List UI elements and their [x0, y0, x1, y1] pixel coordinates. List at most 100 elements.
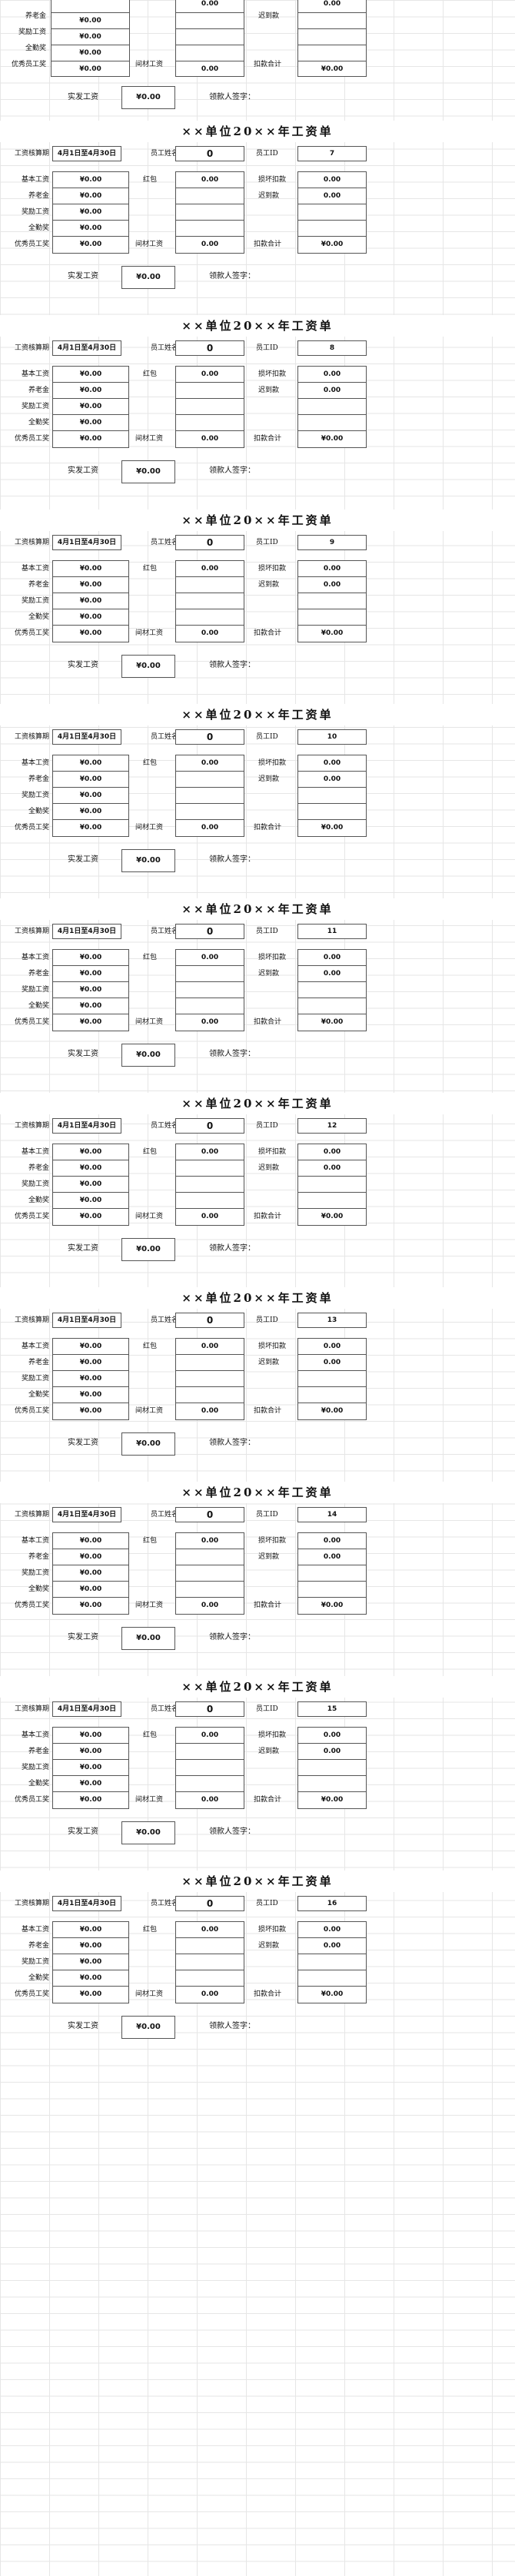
- commission-label: 红包: [143, 1148, 158, 1156]
- material-value: 0.00: [201, 629, 219, 637]
- material-label: 间材工资: [135, 1990, 164, 1998]
- net-pay-label: 实发工资: [68, 661, 98, 669]
- excellent-value: ¥0.00: [79, 435, 102, 443]
- damage-deduction-label: 损坏扣款: [258, 370, 287, 378]
- pay-period-label: 工资核算期: [14, 344, 49, 352]
- pay-period-value: 4月1日至4月30日: [52, 1896, 121, 1911]
- cell-excellent: ¥0.00: [79, 65, 101, 73]
- pension-label: 养老金: [28, 1942, 49, 1950]
- fines-value: 0.00: [298, 1549, 366, 1565]
- deduction-values: 0.00 0.00 ¥0.00: [297, 1532, 367, 1615]
- cell: [298, 29, 366, 45]
- deduction-values: 0.00 0.00 ¥0.00: [297, 366, 367, 448]
- base-pay-label: 基本工资: [21, 759, 49, 767]
- cell: [298, 998, 366, 1014]
- extras-values: 0.00 0.00: [175, 1144, 244, 1226]
- employee-id-value: 9: [297, 535, 367, 550]
- cell: [176, 788, 244, 804]
- bonus-label: 奖励工资: [21, 1764, 49, 1771]
- fines-label: 迟到款: [258, 387, 280, 394]
- damage-deduction-value: 0.00: [298, 1728, 366, 1744]
- cell: [176, 1160, 244, 1177]
- net-pay-label: 实发工资: [68, 1439, 98, 1447]
- cell: [176, 383, 244, 399]
- cell: [176, 45, 244, 61]
- excellent-label: 优秀员工奖: [14, 1407, 49, 1415]
- total-deductions-label: 扣款合计: [254, 1602, 282, 1609]
- employee-name-label: 员工姓名: [151, 733, 179, 741]
- base-pay-label: 基本工资: [21, 565, 49, 573]
- cell: [176, 1938, 244, 1954]
- pension-value: ¥0.00: [53, 772, 128, 788]
- cell: [298, 1776, 366, 1792]
- cell: [298, 1565, 366, 1582]
- pension-value: ¥0.00: [53, 577, 128, 593]
- attendance-value: ¥0.00: [53, 1970, 128, 1987]
- employee-name-label: 员工姓名: [151, 539, 179, 546]
- cell: [298, 609, 366, 626]
- cell: [176, 1371, 244, 1387]
- signature-label: 领款人签字：: [209, 1827, 255, 1836]
- net-pay-value: ¥0.00: [121, 1044, 175, 1067]
- employee-id-label: 员工ID: [256, 539, 278, 546]
- excellent-value: ¥0.00: [79, 1796, 102, 1804]
- net-pay-label: 实发工资: [68, 93, 98, 101]
- base-pay-value: ¥0.00: [53, 1144, 128, 1160]
- damage-deduction-value: 0.00: [298, 755, 366, 772]
- employee-id-label: 员工ID: [256, 928, 278, 935]
- bonus-value: ¥0.00: [53, 399, 128, 415]
- employee-name-label: 员工姓名: [151, 1316, 179, 1324]
- base-pay-label: 基本工资: [21, 370, 49, 378]
- attendance-label: 全勤奖: [28, 224, 49, 232]
- deduction-values: 0.00 0.00 ¥0.00: [297, 1144, 367, 1226]
- commission-label: 红包: [143, 1537, 158, 1545]
- damage-deduction-label: 损坏扣款: [258, 759, 287, 767]
- deduction-values: 0.00 0.00 ¥0.00: [297, 1921, 367, 2003]
- cell: [176, 13, 244, 29]
- attendance-label: 全勤奖: [28, 1585, 49, 1593]
- total-deductions-label: 扣款合计: [254, 1796, 282, 1804]
- cell: [298, 593, 366, 609]
- excellent-label: 优秀员工奖: [11, 61, 46, 68]
- employee-name-value: 0: [175, 1896, 244, 1911]
- signature-label: 领款人签字：: [209, 2022, 255, 2030]
- base-pay-value: ¥0.00: [53, 755, 128, 772]
- base-pay-value: ¥0.00: [53, 367, 128, 383]
- material-label: 间材工资: [135, 1407, 164, 1415]
- pay-period-value: 4月1日至4月30日: [52, 1313, 121, 1328]
- attendance-value: ¥0.00: [53, 1387, 128, 1403]
- employee-name-label: 员工姓名: [151, 1511, 179, 1519]
- material-label: 间材工资: [135, 435, 164, 443]
- cell: [298, 982, 366, 998]
- fines-value: 0.00: [298, 383, 366, 399]
- commission-label: 红包: [143, 1343, 158, 1350]
- pay-period-label: 工资核算期: [14, 733, 49, 741]
- fines-label: 迟到款: [258, 192, 280, 200]
- payslip: ××单位20××年工资单 工资核算期 4月1日至4月30日 员工姓名 0 员工I…: [0, 315, 515, 510]
- material-value: 0.00: [201, 1213, 219, 1220]
- employee-name-label: 员工姓名: [151, 344, 179, 352]
- net-pay-value: ¥0.00: [121, 1627, 175, 1650]
- net-pay-label: 实发工资: [68, 1633, 98, 1642]
- commission-value: 0.00: [176, 755, 244, 772]
- damage-deduction-label: 损坏扣款: [258, 1148, 287, 1156]
- pay-period-label: 工资核算期: [14, 928, 49, 935]
- cell: [298, 1387, 366, 1403]
- total-deductions-value: ¥0.00: [321, 1407, 344, 1415]
- pay-period-label: 工资核算期: [14, 150, 49, 158]
- total-deductions-label: 扣款合计: [254, 61, 282, 68]
- earnings-values: ¥0.00 ¥0.00 ¥0.00 ¥0.00 ¥0.00: [52, 1338, 129, 1420]
- fines-value: 0.00: [298, 188, 366, 204]
- cell: [176, 1177, 244, 1193]
- total-deductions-label: 扣款合计: [254, 1407, 282, 1415]
- employee-id-label: 员工ID: [256, 1316, 278, 1324]
- employee-id-label: 员工ID: [256, 1900, 278, 1907]
- extras-values: 0.00 0.00: [175, 949, 244, 1031]
- cell: [176, 399, 244, 415]
- cell: [176, 415, 244, 431]
- material-value: 0.00: [201, 435, 219, 443]
- employee-name-value: 0: [175, 535, 244, 550]
- cell-commission: 0.00: [176, 0, 244, 13]
- pay-period-value: 4月1日至4月30日: [52, 924, 121, 939]
- payslip: ××单位20××年工资单 工资核算期 4月1日至4月30日 员工姓名 0 员工I…: [0, 1287, 515, 1482]
